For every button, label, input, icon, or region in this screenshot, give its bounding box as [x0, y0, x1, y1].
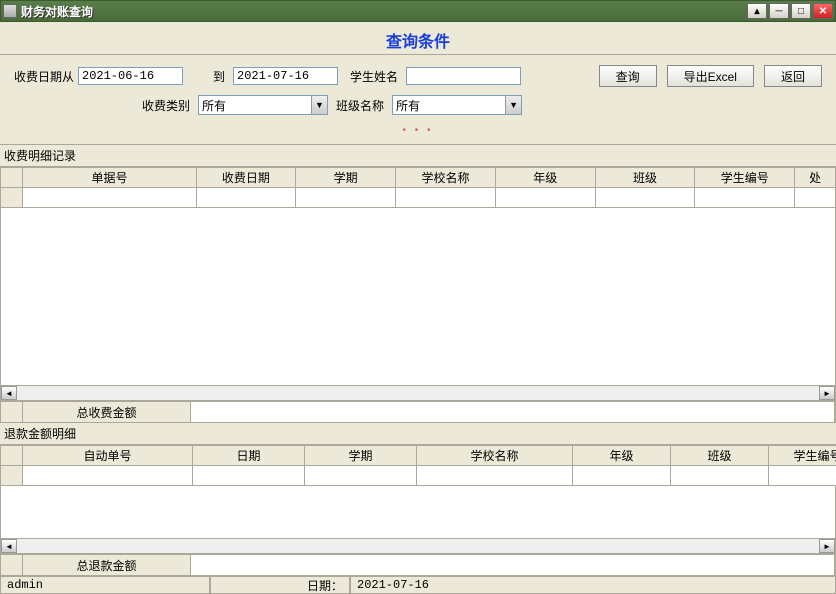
col-student-id[interactable]: 学生编号	[769, 446, 836, 466]
scroll-left-icon[interactable]: ◄	[1, 539, 17, 553]
table-header-row: 自动单号 日期 学期 学校名称 年级 班级 学生编号	[1, 446, 836, 466]
close-button[interactable]: ✕	[813, 3, 833, 19]
section-title: 查询条件	[0, 22, 836, 55]
col-doc-no[interactable]: 单据号	[23, 168, 196, 188]
col-term[interactable]: 学期	[296, 168, 396, 188]
scroll-left-icon[interactable]: ◄	[1, 386, 17, 400]
status-date: 2021-07-16	[350, 577, 836, 594]
row-selector-header[interactable]	[1, 446, 23, 466]
student-name-label: 学生姓名	[350, 68, 398, 85]
col-fee-date[interactable]: 收费日期	[196, 168, 296, 188]
horizontal-scrollbar[interactable]: ◄ ►	[0, 385, 836, 401]
col-class[interactable]: 班级	[595, 168, 695, 188]
class-name-select[interactable]: 所有 ▼	[392, 95, 522, 115]
col-extra[interactable]: 处	[795, 168, 836, 188]
refund-detail-group-label: 退款金额明细	[0, 423, 836, 445]
refund-total-value	[191, 555, 835, 575]
fee-type-label: 收费类别	[142, 97, 190, 114]
col-student-id[interactable]: 学生编号	[695, 168, 795, 188]
table-header-row: 单据号 收费日期 学期 学校名称 年级 班级 学生编号 处	[1, 168, 836, 188]
fee-total-label: 总收费金额	[23, 402, 191, 422]
scroll-right-icon[interactable]: ►	[819, 539, 835, 553]
rollup-button[interactable]: ▴	[747, 3, 767, 19]
class-name-value: 所有	[396, 97, 420, 114]
refund-detail-table: 自动单号 日期 学期 学校名称 年级 班级 学生编号	[0, 445, 836, 486]
window-titlebar: 财务对账查询 ▴ ─ □ ✕	[0, 0, 836, 22]
col-term[interactable]: 学期	[305, 446, 417, 466]
class-name-label: 班级名称	[336, 97, 384, 114]
status-bar: admin 日期： 2021-07-16	[0, 576, 836, 594]
fee-total-value	[191, 402, 835, 422]
status-user: admin	[0, 577, 210, 594]
date-from-label: 收费日期从	[14, 68, 74, 85]
back-button[interactable]: 返回	[764, 65, 822, 87]
query-form: 收费日期从 到 学生姓名 查询 导出Excel 返回 收费类别 所有 ▼ 班级名…	[0, 55, 836, 145]
fee-detail-group-label: 收费明细记录	[0, 145, 836, 167]
scroll-track[interactable]	[17, 386, 819, 400]
export-excel-button[interactable]: 导出Excel	[667, 65, 754, 87]
minimize-button[interactable]: ─	[769, 3, 789, 19]
refund-total-row: 总退款金额	[0, 554, 836, 576]
maximize-button[interactable]: □	[791, 3, 811, 19]
window-title: 财务对账查询	[21, 3, 747, 20]
fee-detail-table: 单据号 收费日期 学期 学校名称 年级 班级 学生编号 处	[0, 167, 836, 208]
table-row[interactable]	[1, 188, 836, 208]
fee-type-value: 所有	[202, 97, 226, 114]
row-selector-header[interactable]	[1, 168, 23, 188]
date-from-input[interactable]	[78, 67, 183, 85]
col-grade[interactable]: 年级	[495, 168, 595, 188]
horizontal-scrollbar[interactable]: ◄ ►	[0, 538, 836, 554]
refund-total-label: 总退款金额	[23, 555, 191, 575]
system-icon	[3, 4, 17, 18]
col-grade[interactable]: 年级	[573, 446, 671, 466]
fee-type-select[interactable]: 所有 ▼	[198, 95, 328, 115]
col-date[interactable]: 日期	[193, 446, 305, 466]
scroll-track[interactable]	[17, 539, 819, 553]
col-school[interactable]: 学校名称	[417, 446, 573, 466]
col-school[interactable]: 学校名称	[396, 168, 496, 188]
chevron-down-icon: ▼	[505, 96, 521, 114]
student-name-input[interactable]	[406, 67, 521, 85]
resize-grip-icon: • • •	[14, 123, 822, 138]
table-row[interactable]	[1, 466, 836, 486]
query-button[interactable]: 查询	[599, 65, 657, 87]
date-to-label: 到	[213, 68, 225, 85]
fee-total-row: 总收费金额	[0, 401, 836, 423]
chevron-down-icon: ▼	[311, 96, 327, 114]
col-auto-no[interactable]: 自动单号	[23, 446, 193, 466]
status-date-label: 日期：	[210, 577, 350, 594]
date-to-input[interactable]	[233, 67, 338, 85]
scroll-right-icon[interactable]: ►	[819, 386, 835, 400]
col-class[interactable]: 班级	[671, 446, 769, 466]
